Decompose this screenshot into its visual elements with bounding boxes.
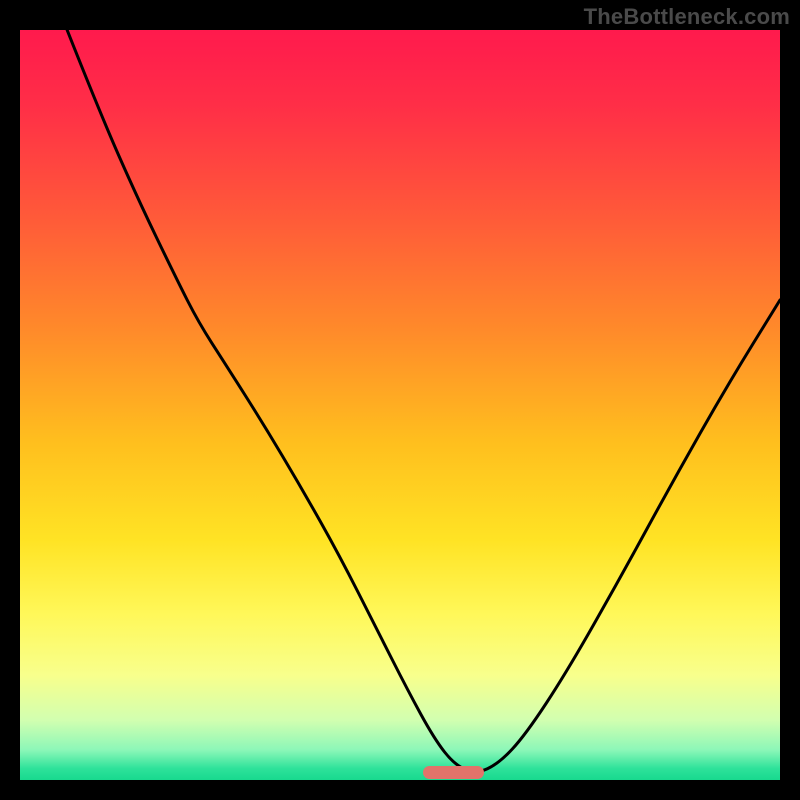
- chart-svg: [20, 30, 780, 780]
- chart-background: [20, 30, 780, 780]
- bottleneck-chart: [20, 30, 780, 780]
- app-frame: TheBottleneck.com: [0, 0, 800, 800]
- watermark-text: TheBottleneck.com: [584, 4, 790, 30]
- optimal-marker: [423, 766, 484, 780]
